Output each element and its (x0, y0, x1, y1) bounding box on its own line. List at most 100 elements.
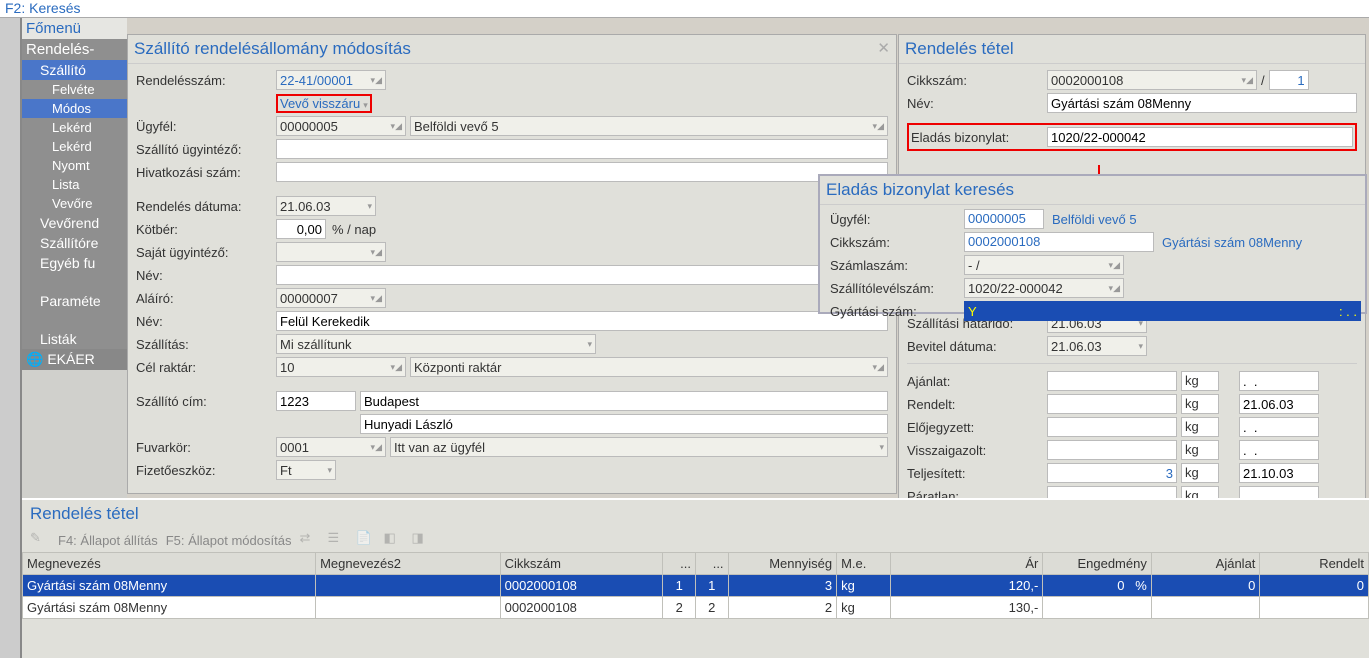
list-icon[interactable]: ☰ (327, 530, 347, 550)
col-ord[interactable]: Rendelt (1260, 553, 1369, 575)
refno-field[interactable] (276, 162, 888, 182)
qty-label: Visszaigazolt: (907, 443, 1047, 458)
street-field[interactable] (360, 414, 888, 434)
close-icon[interactable]: ✕ (877, 39, 890, 57)
pop-serial-field[interactable]: Y : . . (964, 301, 1361, 321)
label-order-date: Rendelés dátuma: (136, 199, 276, 214)
qty-field[interactable] (1047, 417, 1177, 437)
client-no-field[interactable]: 00000005▾◢ (276, 116, 406, 136)
tool-f5[interactable]: F5: Állapot módosítás (166, 533, 292, 548)
city-field[interactable] (360, 391, 888, 411)
tree-cust-order[interactable]: Vevőrend (22, 213, 127, 233)
label-own-handler: Saját ügyintéző: (136, 245, 276, 260)
tree-orders[interactable]: Rendelés- (22, 39, 127, 60)
client-name-field[interactable]: Belföldi vevő 5▾◢ (410, 116, 888, 136)
date-field[interactable] (1239, 463, 1319, 483)
order-date-field[interactable]: 21.06.03▾ (276, 196, 376, 216)
doc-icon[interactable]: 📄 (355, 530, 375, 550)
qty-field[interactable] (1047, 394, 1177, 414)
signer-field[interactable]: 00000007▾◢ (276, 288, 386, 308)
order-items-table[interactable]: Megnevezés Megnevezés2 Cikkszám ... ... … (22, 552, 1369, 619)
tree-ekaer[interactable]: 🌐 EKÁER (22, 349, 127, 370)
panel-title: Szállító rendelésállomány módosítás ✕ (128, 35, 896, 64)
own-handler-field[interactable]: ▾◢ (276, 242, 386, 262)
tree-supp-order[interactable]: Szállítóre (22, 233, 127, 253)
label-ship: Szállítás: (136, 337, 276, 352)
tree-list[interactable]: Lista (22, 175, 127, 194)
tree-lists[interactable]: Listák (22, 329, 127, 349)
filter-icon[interactable]: ◧ (383, 530, 403, 550)
handler-field[interactable] (276, 139, 888, 159)
label-pay: Fizetőeszköz: (136, 463, 276, 478)
date-field[interactable] (1239, 440, 1319, 460)
pay-field[interactable]: Ft▾ (276, 460, 336, 480)
qty-field[interactable] (1047, 463, 1177, 483)
detail-title: Rendelés tétel (899, 35, 1365, 64)
sale-doc-search-popup: Eladás bizonylat keresés Ügyfél: 0000000… (818, 174, 1367, 314)
nav-tree: Főmenü Rendelés- Szállító Felvéte Módos … (22, 18, 127, 498)
tree-params[interactable]: Paraméte (22, 291, 127, 311)
ship-field[interactable]: Mi szállítunk▾ (276, 334, 596, 354)
date-field[interactable] (1239, 371, 1319, 391)
label-refno: Hivatkozási szám: (136, 165, 276, 180)
itemname-field[interactable] (1047, 93, 1357, 113)
tool-f4[interactable]: F4: Állapot állítás (58, 533, 158, 548)
itemno-field[interactable]: 0002000108▾◢ (1047, 70, 1257, 90)
target-name-field[interactable]: Központi raktár▾◢ (410, 357, 888, 377)
tree-query1[interactable]: Lekérd (22, 118, 127, 137)
qty-field[interactable] (1047, 371, 1177, 391)
supplier-order-panel: Szállító rendelésállomány módosítás ✕ Re… (127, 34, 897, 494)
label-pop-serial: Gyártási szám: (824, 304, 964, 319)
tree-supplier[interactable]: Szállító (22, 60, 127, 80)
order-items-title: Rendelés tétel (22, 500, 1369, 528)
zip-field[interactable] (276, 391, 356, 411)
tree-main[interactable]: Főmenü (22, 18, 127, 39)
col-unit[interactable]: M.e. (837, 553, 891, 575)
col-name[interactable]: Megnevezés (23, 553, 316, 575)
pop-invno[interactable]: - /▾◢ (964, 255, 1124, 275)
tree-other[interactable]: Egyéb fu (22, 253, 127, 273)
route-no-field[interactable]: 0001▾◢ (276, 437, 386, 457)
col-name2[interactable]: Megnevezés2 (316, 553, 501, 575)
entry-field[interactable]: 21.06.03▾ (1047, 336, 1147, 356)
col-qty[interactable]: Mennyiség (728, 553, 837, 575)
qty-label: Előjegyzett: (907, 420, 1047, 435)
name1-field[interactable] (276, 265, 888, 285)
route-name-field[interactable]: Itt van az ügyfél▾ (390, 437, 888, 457)
tree-print[interactable]: Nyomt (22, 156, 127, 175)
pop-delivno[interactable]: 1020/22-000042▾◢ (964, 278, 1124, 298)
pop-itemname: Gyártási szám 08Menny (1162, 235, 1302, 250)
col-price[interactable]: Ár (891, 553, 1043, 575)
tree-create[interactable]: Felvéte (22, 80, 127, 99)
target-no-field[interactable]: 10▾◢ (276, 357, 406, 377)
date-field[interactable] (1239, 417, 1319, 437)
order-no-field[interactable]: 22-41/00001▾◢ (276, 70, 386, 90)
pop-client-no[interactable]: 00000005 (964, 209, 1044, 229)
date-field[interactable] (1239, 394, 1319, 414)
col-disc[interactable]: Engedmény (1043, 553, 1152, 575)
label-pop-invno: Számlaszám: (824, 258, 964, 273)
pop-itemno[interactable]: 0002000108 (964, 232, 1154, 252)
tree-customer[interactable]: Vevőre (22, 194, 127, 213)
col-d2[interactable]: ... (695, 553, 728, 575)
swap-icon[interactable]: ⇄ (299, 530, 319, 550)
order-items-panel: Rendelés tétel ✎ F4: Állapot állítás F5:… (22, 498, 1369, 658)
filter-off-icon[interactable]: ◨ (411, 530, 431, 550)
col-offer[interactable]: Ajánlat (1151, 553, 1260, 575)
table-row[interactable]: Gyártási szám 08Menny0002000108113kg120,… (23, 575, 1369, 597)
signer-name-field[interactable] (276, 311, 888, 331)
penalty-field[interactable] (276, 219, 326, 239)
saledoc-field[interactable] (1047, 127, 1353, 147)
return-type-dropdown[interactable]: Vevő visszáru▾ (276, 94, 372, 113)
edit-icon[interactable]: ✎ (30, 530, 50, 550)
label-pop-itemno: Cikkszám: (824, 235, 964, 250)
itemseq-field[interactable] (1269, 70, 1309, 90)
col-item[interactable]: Cikkszám (500, 553, 663, 575)
tree-modify[interactable]: Módos (22, 99, 127, 118)
table-row[interactable]: Gyártási szám 08Menny0002000108222kg130,… (23, 597, 1369, 619)
tree-query2[interactable]: Lekérd (22, 137, 127, 156)
qty-field[interactable] (1047, 440, 1177, 460)
col-d1[interactable]: ... (663, 553, 696, 575)
qty-row: Visszaigazolt:kg (907, 439, 1357, 461)
qty-row: Ajánlat:kg (907, 370, 1357, 392)
